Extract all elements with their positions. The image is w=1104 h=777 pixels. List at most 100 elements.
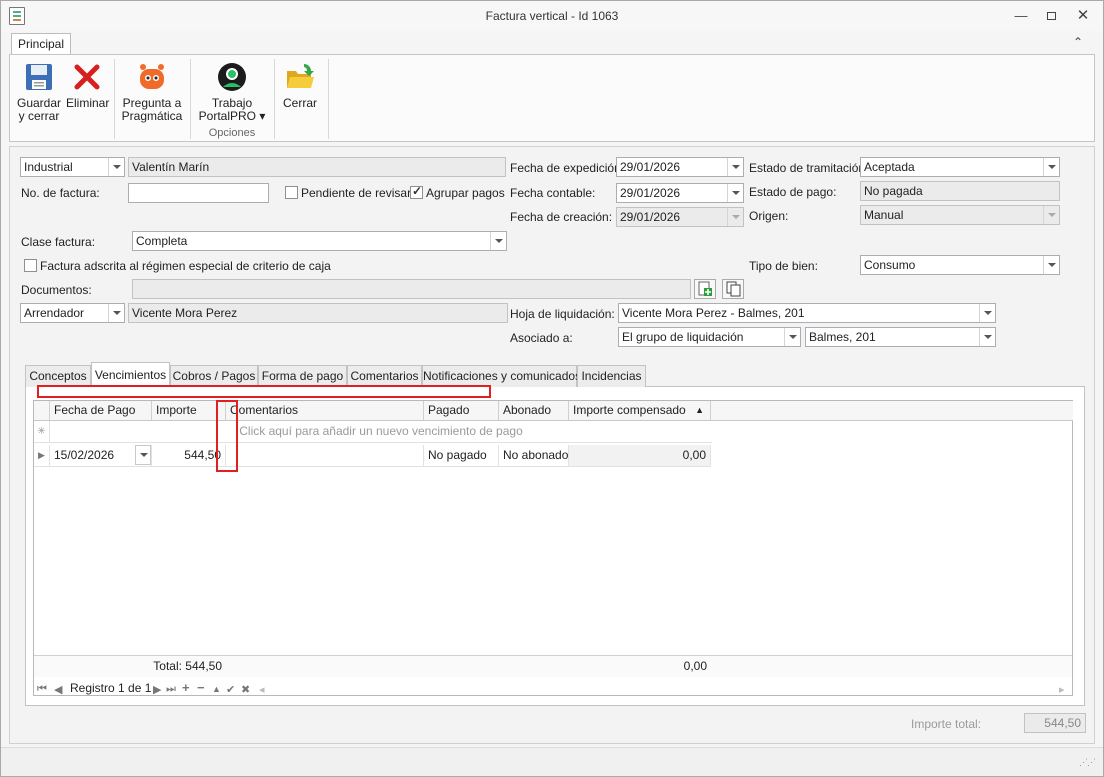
chevron-down-icon[interactable] xyxy=(108,158,124,176)
accounting-date-field[interactable]: 29/01/2026 xyxy=(616,183,744,203)
good-type-combo[interactable]: Consumo xyxy=(860,255,1060,275)
delete-label: Eliminar xyxy=(66,96,110,110)
scroll-left-icon[interactable]: ◂ xyxy=(259,683,265,696)
good-type-label: Tipo de bien: xyxy=(749,259,818,273)
next-record-icon[interactable]: ▶ xyxy=(153,683,161,696)
new-row-hint[interactable]: Click aquí para añadir un nuevo vencimie… xyxy=(50,421,712,443)
col-header-compensated[interactable]: Importe compensado ▲ xyxy=(569,401,711,421)
tab-vencimientos[interactable]: Vencimientos xyxy=(91,362,170,385)
group-payments-checkbox[interactable] xyxy=(410,184,423,199)
ribbon-tab-principal[interactable]: Principal xyxy=(11,33,71,55)
ribbon-separator xyxy=(274,59,275,139)
due-dates-grid: Fecha de Pago Importe Comentarios Pagado… xyxy=(33,400,1073,696)
associated-value-combo[interactable]: Balmes, 201 xyxy=(805,327,996,347)
maximize-button[interactable] xyxy=(1041,7,1061,25)
chevron-down-icon xyxy=(1043,206,1059,224)
last-record-icon[interactable]: ⏭ xyxy=(166,683,176,696)
associated-type-combo[interactable]: El grupo de liquidación xyxy=(618,327,801,347)
tab-notificaciones[interactable]: Notificaciones y comunicados xyxy=(422,365,581,387)
edit-record-icon[interactable]: ▲ xyxy=(212,684,221,694)
add-document-button[interactable] xyxy=(694,279,716,299)
copy-document-button[interactable] xyxy=(722,279,744,299)
confirm-edit-icon[interactable]: ✔ xyxy=(226,683,235,696)
lessor-type-combo[interactable]: Arrendador xyxy=(20,303,125,323)
prev-record-icon[interactable]: ◀ xyxy=(54,683,62,696)
ribbon-collapse-icon[interactable]: ⌃ xyxy=(1071,35,1085,49)
payment-date-value: 15/02/2026 xyxy=(54,448,115,462)
cell-comments[interactable] xyxy=(226,445,424,467)
ask-pragmatica-label: Pregunta a Pragmática xyxy=(121,96,183,123)
col-header-comments[interactable]: Comentarios xyxy=(226,401,424,421)
col-header-amount[interactable]: Importe xyxy=(152,401,226,421)
chevron-down-icon[interactable] xyxy=(1043,256,1059,274)
col-header-paid[interactable]: Pagado xyxy=(424,401,499,421)
close-window-button[interactable]: ✕ xyxy=(1073,7,1093,25)
cell-payment-date[interactable]: 15/02/2026 xyxy=(50,445,152,467)
group-payments-label: Agrupar pagos xyxy=(426,186,505,200)
tab-comentarios[interactable]: Comentarios xyxy=(347,365,422,387)
chevron-down-icon[interactable] xyxy=(979,304,995,322)
chevron-down-icon[interactable] xyxy=(135,445,151,465)
add-record-icon[interactable]: + xyxy=(182,680,190,695)
cell-credited[interactable]: No abonado xyxy=(499,445,569,467)
associated-type-value: El grupo de liquidación xyxy=(622,330,744,344)
associated-value-value: Balmes, 201 xyxy=(809,330,876,344)
ask-pragmatica-button[interactable]: Pregunta a Pragmática xyxy=(120,61,184,123)
ribbon-separator xyxy=(190,59,191,139)
chevron-down-icon[interactable] xyxy=(784,328,800,346)
ribbon-separator xyxy=(328,59,329,139)
col-header-payment-date[interactable]: Fecha de Pago xyxy=(50,401,152,421)
tab-cobros-pagos[interactable]: Cobros / Pagos xyxy=(170,365,258,387)
portalpro-work-label: Trabajo PortalPRO ▾ xyxy=(198,96,266,123)
portalpro-work-button[interactable]: Trabajo PortalPRO ▾ xyxy=(196,61,268,123)
processing-state-combo[interactable]: Aceptada xyxy=(860,157,1060,177)
resize-grip-icon[interactable]: ⋰⋰ xyxy=(1079,757,1096,768)
ribbon-group-label: Opciones xyxy=(208,127,256,139)
origin-value: Manual xyxy=(864,208,904,222)
settlement-sheet-value: Vicente Mora Perez - Balmes, 201 xyxy=(622,306,805,320)
scroll-right-icon[interactable]: ▸ xyxy=(1059,683,1065,696)
documents-label: Documentos: xyxy=(21,283,92,297)
cell-compensated[interactable]: 0,00 xyxy=(569,445,711,467)
tab-forma-de-pago[interactable]: Forma de pago xyxy=(258,365,347,387)
chevron-down-icon[interactable] xyxy=(108,304,124,322)
col-header-compensated-label: Importe compensado xyxy=(573,403,686,417)
creation-date-field: 29/01/2026 xyxy=(616,207,744,227)
tab-conceptos[interactable]: Conceptos xyxy=(25,365,91,387)
issue-date-label: Fecha de expedición: xyxy=(510,161,625,175)
invoice-no-field[interactable] xyxy=(128,183,269,203)
party-name-field[interactable]: Valentín Marín xyxy=(128,157,506,177)
header-filler xyxy=(711,401,1073,421)
accounting-date-label: Fecha contable: xyxy=(510,186,596,200)
cash-regime-checkbox[interactable] xyxy=(24,259,37,272)
invoice-class-combo[interactable]: Completa xyxy=(132,231,507,251)
tab-incidencias[interactable]: Incidencias xyxy=(577,365,646,387)
delete-button[interactable]: Eliminar xyxy=(66,61,110,110)
chevron-down-icon[interactable] xyxy=(727,158,743,176)
invoice-no-label: No. de factura: xyxy=(21,186,100,200)
col-header-credited[interactable]: Abonado xyxy=(499,401,569,421)
first-record-icon[interactable]: ⏮ xyxy=(37,683,47,696)
remove-record-icon[interactable]: − xyxy=(197,680,205,695)
pending-review-checkbox[interactable] xyxy=(285,186,298,199)
cell-amount[interactable]: 544,50 xyxy=(152,445,226,467)
lessor-type-value: Arrendador xyxy=(24,306,85,320)
status-bar xyxy=(1,747,1103,776)
save-and-close-button[interactable]: Guardar y cerrar xyxy=(14,61,64,123)
associated-label: Asociado a: xyxy=(510,331,573,345)
party-type-combo[interactable]: Industrial xyxy=(20,157,125,177)
chevron-down-icon[interactable] xyxy=(490,232,506,250)
chevron-down-icon[interactable] xyxy=(727,184,743,202)
row-selector-icon: ▶ xyxy=(34,445,50,467)
chevron-down-icon[interactable] xyxy=(979,328,995,346)
issue-date-field[interactable]: 29/01/2026 xyxy=(616,157,744,177)
floppy-disk-icon xyxy=(23,61,55,93)
settlement-sheet-combo[interactable]: Vicente Mora Perez - Balmes, 201 xyxy=(618,303,996,323)
minimize-button[interactable]: — xyxy=(1011,7,1031,25)
lessor-name-field[interactable]: Vicente Mora Perez xyxy=(128,303,508,323)
cancel-edit-icon[interactable]: ✖ xyxy=(241,683,250,696)
chevron-down-icon[interactable] xyxy=(1043,158,1059,176)
robot-assistant-icon xyxy=(136,61,168,93)
cell-paid[interactable]: No pagado xyxy=(424,445,499,467)
close-button[interactable]: Cerrar xyxy=(278,61,322,110)
